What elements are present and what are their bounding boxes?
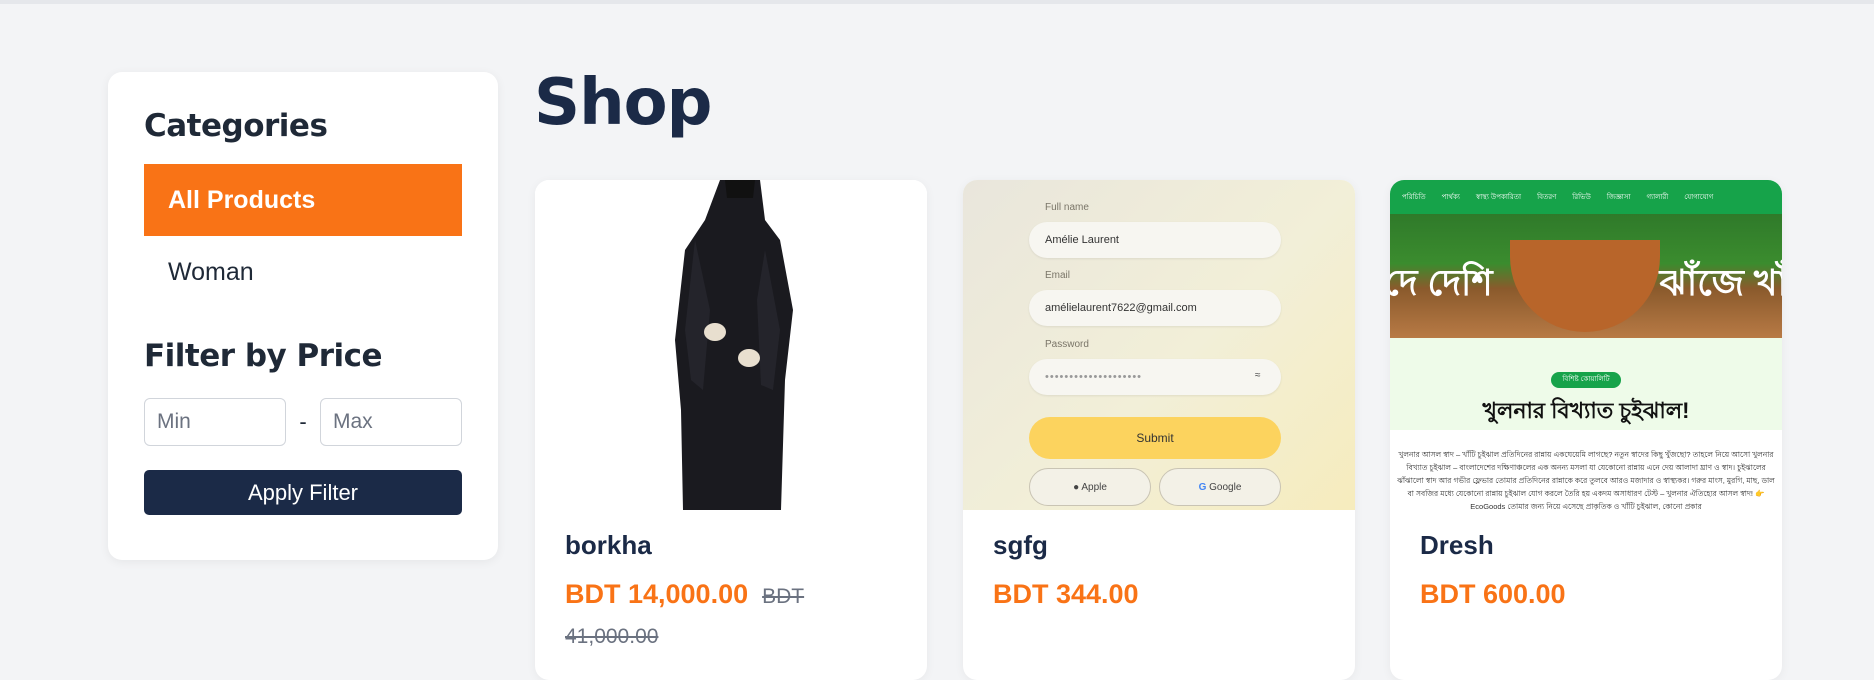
banner-nav-item: পরিচিতি xyxy=(1402,194,1426,201)
abaya-figure-image xyxy=(675,180,793,510)
full-name-label: Full name xyxy=(1045,202,1089,213)
email-value: amélielaurent7622@gmail.com xyxy=(1029,290,1281,326)
banner-nav-item: স্বাস্থ্য উপকারিতা xyxy=(1475,194,1522,201)
filter-sidebar: Categories All Products Woman Filter by … xyxy=(108,72,498,560)
min-price-input[interactable] xyxy=(144,398,286,446)
apple-label: Apple xyxy=(1081,482,1107,493)
banner-badge: বিশিষ্ট কোয়ালিটি xyxy=(1551,372,1621,388)
email-label: Email xyxy=(1045,270,1071,281)
apple-icon: ● xyxy=(1073,482,1080,493)
category-list: All Products Woman xyxy=(144,164,462,308)
full-name-value: Amélie Laurent xyxy=(1029,222,1281,258)
page-title: Shop xyxy=(534,66,712,140)
banner-hero-right-text: ঝাঁজে খাঁ xyxy=(1659,262,1782,303)
product-card-dresh[interactable]: পরিচিতি পার্থক্য স্বাস্থ্য উপকারিতা বিতর… xyxy=(1390,180,1782,680)
product-price: BDT 14,000.00 xyxy=(565,579,749,609)
eye-off-icon: ≈ xyxy=(1255,370,1261,381)
product-prices: BDT 344.00 xyxy=(993,575,1325,618)
password-value: •••••••••••••••••••• xyxy=(1029,359,1281,395)
google-label: Google xyxy=(1209,482,1242,493)
top-border xyxy=(0,0,1874,4)
product-prices: BDT 600.00 xyxy=(1420,575,1752,618)
product-card-sgfg[interactable]: Full name Amélie Laurent Email amélielau… xyxy=(963,180,1355,680)
google-icon: G xyxy=(1198,482,1207,493)
max-price-input[interactable] xyxy=(320,398,462,446)
category-item-woman[interactable]: Woman xyxy=(144,236,462,308)
product-prices: BDT 14,000.00 BDT 41,000.00 xyxy=(565,575,897,658)
banner-nav-item: গ্যালারী xyxy=(1646,194,1669,201)
spice-bowl-image xyxy=(1510,240,1660,332)
google-mockup: G Google xyxy=(1159,468,1281,506)
range-separator: - xyxy=(299,409,307,434)
banner-nav-item: বিতরণ xyxy=(1537,194,1557,201)
product-image-borkha[interactable] xyxy=(535,180,927,510)
banner-heading: খুলনার বিখ্যাত চুইঝাল! xyxy=(1482,398,1690,423)
submit-mockup: Submit xyxy=(1029,417,1281,459)
product-name[interactable]: sgfg xyxy=(993,530,1325,561)
banner-hero: দে দেশি ঝাঁজে খাঁ xyxy=(1390,214,1782,338)
product-price: BDT 600.00 xyxy=(1420,579,1566,609)
price-filter-title: Filter by Price xyxy=(144,338,383,374)
categories-title: Categories xyxy=(144,108,328,144)
product-name[interactable]: Dresh xyxy=(1420,530,1752,561)
banner-nav-item: জিজ্ঞাসা xyxy=(1606,194,1631,201)
apply-filter-button[interactable]: Apply Filter xyxy=(144,470,462,515)
banner-nav: পরিচিতি পার্থক্য স্বাস্থ্য উপকারিতা বিতর… xyxy=(1390,180,1782,214)
product-name[interactable]: borkha xyxy=(565,530,897,561)
password-label: Password xyxy=(1045,339,1089,350)
product-image-sgfg[interactable]: Full name Amélie Laurent Email amélielau… xyxy=(963,180,1355,510)
product-card-borkha[interactable]: borkha BDT 14,000.00 BDT 41,000.00 xyxy=(535,180,927,680)
banner-paragraph: খুলনার আসল স্বাদ – খাঁটি চুইঝাল প্রতিদিন… xyxy=(1397,450,1775,510)
category-item-all-products[interactable]: All Products xyxy=(144,164,462,236)
product-price: BDT 344.00 xyxy=(993,579,1139,609)
banner-nav-item: পার্থক্য xyxy=(1441,194,1460,201)
banner-hero-left-text: দে দেশি xyxy=(1390,262,1493,303)
product-image-dresh[interactable]: পরিচিতি পার্থক্য স্বাস্থ্য উপকারিতা বিতর… xyxy=(1390,180,1782,510)
banner-nav-item: রিভিউ xyxy=(1572,194,1591,201)
apple-mockup: ● Apple xyxy=(1029,468,1151,506)
price-range: - xyxy=(144,398,462,446)
banner-nav-item: যোগাযোগ xyxy=(1684,194,1714,201)
